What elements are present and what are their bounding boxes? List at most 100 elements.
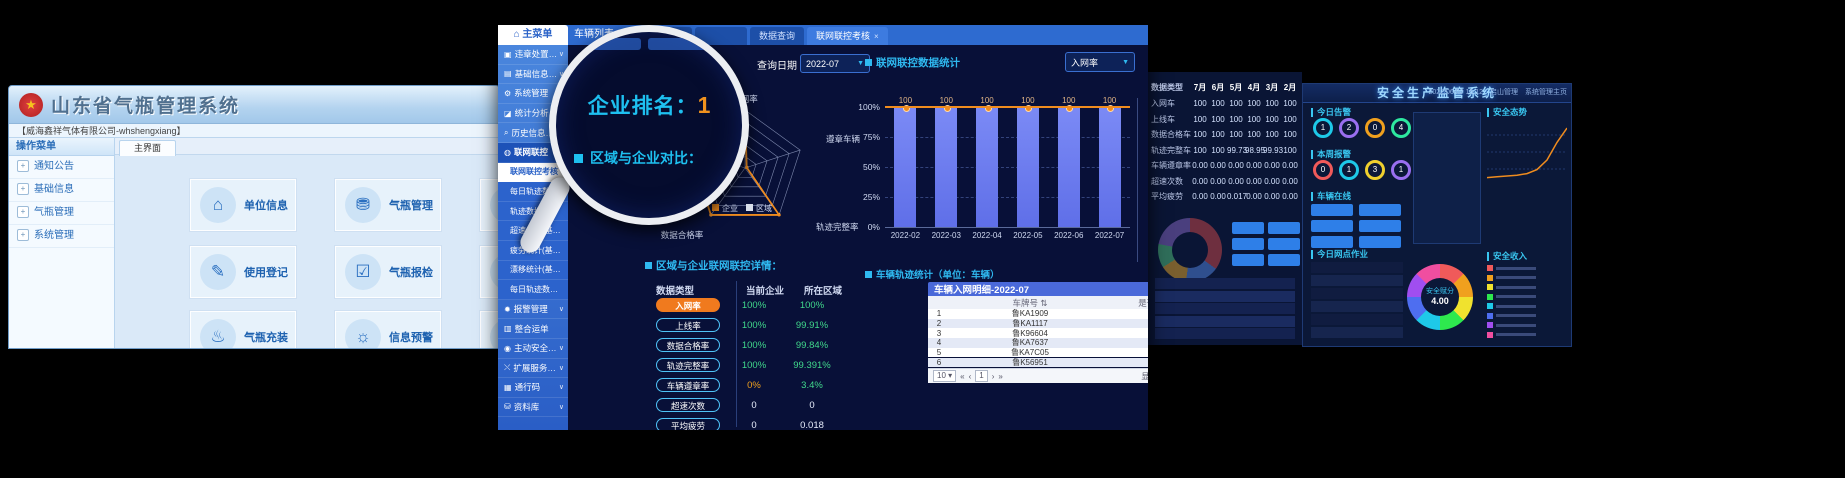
sidebar-item-扩展服务管理[interactable]: ⤬扩展服务管理∨ — [498, 359, 568, 379]
card-单位信息[interactable]: ⌂单位信息 — [190, 179, 296, 231]
metric-button-上线率[interactable]: 上线率 — [656, 318, 720, 332]
metric-button-超速次数[interactable]: 超速次数 — [656, 398, 720, 412]
vehicle-online-button[interactable] — [1359, 220, 1401, 232]
work-list-item — [1311, 275, 1403, 286]
vehicle-online-button[interactable] — [1359, 204, 1401, 216]
metric-dropdown[interactable]: 入网率▼ — [1065, 52, 1135, 72]
sidebar-item-每日轨迹数据统计（测试）[interactable]: 每日轨迹数据统计（测试） — [498, 280, 568, 300]
sidebar-item-通行码[interactable]: ▦通行码∨ — [498, 378, 568, 398]
sidebar-item-主动安全防御[interactable]: ◉主动安全防御∨ — [498, 339, 568, 359]
expand-plus-icon[interactable]: + — [17, 229, 29, 241]
card-chart-icon[interactable]: ◭ — [480, 311, 500, 349]
last-page-button[interactable]: » — [998, 372, 1002, 381]
panel-divider — [1137, 98, 1138, 262]
quick-action-button[interactable] — [1268, 222, 1300, 234]
page-size-select[interactable]: 10 ▾ — [933, 370, 956, 382]
legend-text-placeholder — [1496, 276, 1536, 279]
close-tab-icon[interactable]: × — [874, 32, 879, 41]
prev-page-button[interactable]: ‹ — [969, 372, 972, 381]
legend-text-placeholder — [1496, 305, 1536, 308]
quick-action-button[interactable] — [1232, 254, 1264, 266]
metric-button-数据合格率[interactable]: 数据合格率 — [656, 338, 720, 352]
sidebar-item-气瓶管理[interactable]: +气瓶管理 — [9, 202, 114, 225]
donut-center-label: 安全赋分 — [1421, 286, 1459, 296]
card-气瓶管理[interactable]: ⛃气瓶管理 — [335, 179, 441, 231]
card-信息预警[interactable]: ☼信息预警 — [335, 311, 441, 349]
value-current: 100% — [726, 320, 782, 331]
query-date-dropdown[interactable]: 2022-07▼ — [800, 54, 870, 73]
pagination-summary: 显示1到6,共6记录 — [1141, 371, 1148, 382]
sidebar-item-通知公告[interactable]: +通知公告 — [9, 156, 114, 179]
sort-icon[interactable]: ⇅ — [1040, 298, 1047, 308]
col-status[interactable]: 是否入网 ⇅ — [1110, 297, 1148, 309]
first-page-button[interactable]: « — [960, 372, 964, 381]
card-气瓶报检[interactable]: ☑气瓶报检 — [335, 246, 441, 298]
page-tab-数据查询[interactable]: 数据查询 — [750, 27, 804, 45]
col-plate[interactable]: 车牌号 ⇅ — [950, 297, 1110, 309]
grid-value: 0.00 — [1263, 161, 1281, 170]
menu-item-label: 资料库 — [514, 401, 559, 413]
grid-row-数据合格车: 数据合格车100100100100100100 — [1151, 127, 1299, 143]
legend-text-placeholder — [1496, 333, 1536, 336]
next-page-button[interactable]: › — [992, 372, 995, 381]
metric-button-轨迹完整率[interactable]: 轨迹完整率 — [656, 358, 720, 372]
card-wrench-icon[interactable]: ⚒ — [480, 246, 500, 298]
grid-value: 100 — [1191, 146, 1209, 155]
metric-button-车辆遵章率[interactable]: 车辆遵章率 — [656, 378, 720, 392]
expand-plus-icon[interactable]: + — [17, 183, 29, 195]
grid-col-type: 数据类型 — [1151, 82, 1191, 93]
section-week-alarm: 本周报警 — [1311, 150, 1351, 159]
grid-value: 100 — [1263, 99, 1281, 108]
table-row[interactable]: 6鲁K56951已入网 — [928, 358, 1148, 368]
bar-2022-07[interactable] — [1099, 107, 1121, 227]
quick-action-button[interactable] — [1268, 254, 1300, 266]
page-tab-联网联控考核[interactable]: 联网联控考核× — [807, 27, 888, 45]
bar-2022-03[interactable] — [935, 107, 957, 227]
legend-item — [1487, 312, 1536, 320]
page-number-input[interactable]: 1 — [975, 370, 987, 382]
vehicle-online-button[interactable] — [1311, 204, 1353, 216]
grid-value: 100 — [1227, 130, 1245, 139]
value-current: 100% — [726, 360, 782, 371]
bar-2022-05[interactable] — [1017, 107, 1039, 227]
pagination-bar: 10 ▾ « ‹ 1 › » 显示1到6,共6记录 — [928, 368, 1148, 383]
safety-supervision-window: 安全生产监管系统 2022/06/02 15:12 启山管理 系统管理主页 今日… — [1302, 83, 1572, 347]
sidebar-item-违章处置管理[interactable]: ▣违章处置管理∨ — [498, 45, 568, 65]
expand-plus-icon[interactable]: + — [17, 206, 29, 218]
compare-header: 区域与企业对比： — [574, 148, 702, 168]
metric-button-平均疲劳[interactable]: 平均疲劳 — [656, 418, 720, 430]
vehicle-stats-subheader: 车辆轨迹统计（单位：车辆） — [865, 267, 1000, 281]
sidebar-item-整合运单[interactable]: ▥整合运单 — [498, 319, 568, 339]
menu-item-label: 报警管理 — [514, 303, 559, 315]
sidebar-item-基础信息[interactable]: +基础信息 — [9, 179, 114, 202]
vehicle-online-button[interactable] — [1311, 236, 1353, 248]
legend-企业[interactable]: 企业 — [712, 198, 738, 216]
card-气瓶充装[interactable]: ♨气瓶充装 — [190, 311, 296, 349]
grid-value: 100 — [1209, 99, 1227, 108]
bar-2022-06[interactable] — [1058, 107, 1080, 227]
legend-区域[interactable]: 区域 — [746, 198, 772, 216]
bar-2022-04[interactable] — [976, 107, 998, 227]
legend-swatch — [1487, 313, 1493, 319]
tab-main-view[interactable]: 主界面 — [119, 140, 176, 156]
grid-value: 0.00 — [1191, 192, 1209, 201]
sidebar-item-漂移统计(基于运政)[interactable]: 漂移统计(基于运政) — [498, 261, 568, 281]
grid-value: 100 — [1263, 130, 1281, 139]
value-region: 0 — [784, 400, 840, 411]
sidebar-item-系统管理[interactable]: +系统管理 — [9, 225, 114, 248]
metric-button-入网率[interactable]: 入网率 — [656, 298, 720, 312]
menu-item-label: 通行码 — [515, 381, 559, 393]
card-使用登记[interactable]: ✎使用登记 — [190, 246, 296, 298]
tab-main-menu[interactable]: ⌂ 主菜单 — [498, 25, 568, 45]
card-person-icon[interactable]: ☻ — [480, 179, 500, 231]
quick-action-button[interactable] — [1232, 238, 1264, 250]
vehicle-online-button[interactable] — [1311, 220, 1353, 232]
quick-action-button[interactable] — [1268, 238, 1300, 250]
vehicle-online-button[interactable] — [1359, 236, 1401, 248]
expand-plus-icon[interactable]: + — [17, 160, 29, 172]
sidebar-item-报警管理[interactable]: ✹报警管理∨ — [498, 300, 568, 320]
bar-2022-02[interactable] — [894, 107, 916, 227]
sidebar-item-资料库[interactable]: ⛁资料库∨ — [498, 398, 568, 418]
sidebar-item-基础信息管理[interactable]: ▤基础信息管理∨ — [498, 65, 568, 85]
quick-action-button[interactable] — [1232, 222, 1264, 234]
